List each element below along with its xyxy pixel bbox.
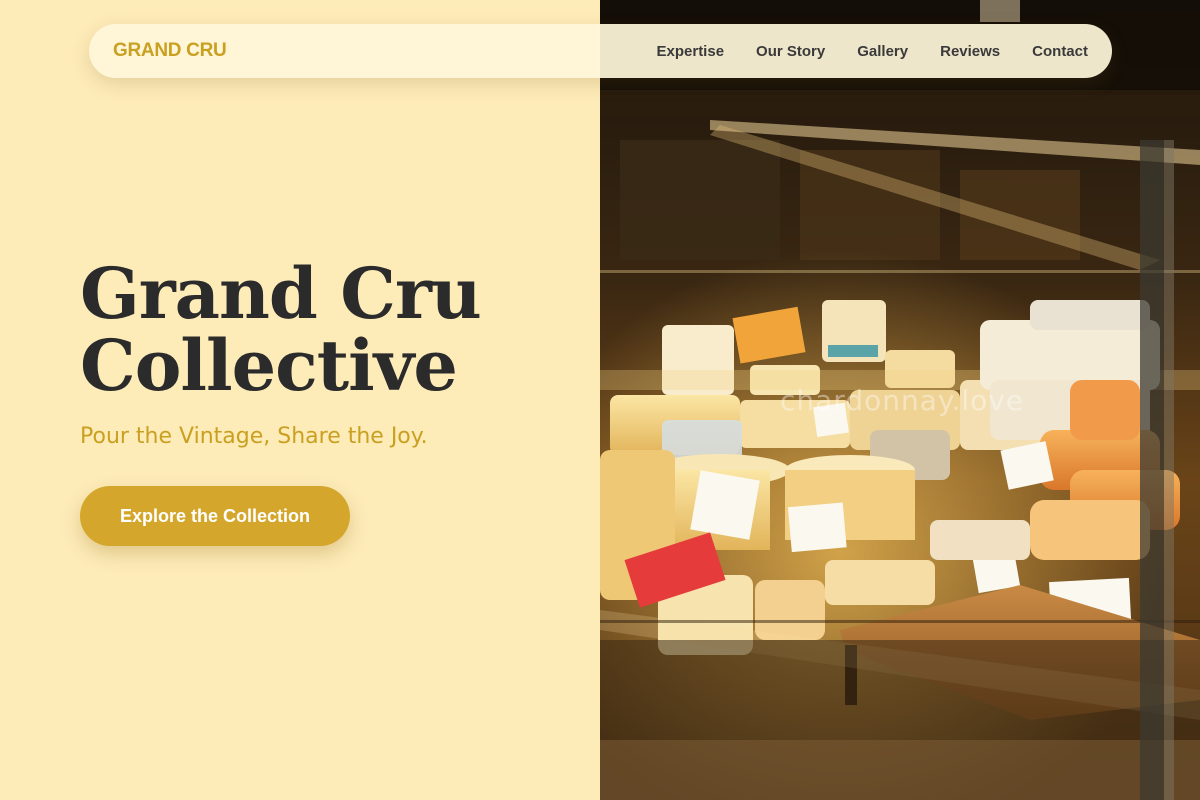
nav-link-contact[interactable]: Contact xyxy=(1032,43,1088,60)
hero-title: Grand Cru Collective xyxy=(80,258,580,402)
hero-subtitle: Pour the Vintage, Share the Joy. xyxy=(80,424,428,449)
page: Grand Cru Collective Pour the Vintage, S… xyxy=(0,0,1200,800)
hero-image: chardonnay.love xyxy=(600,0,1200,800)
brand-logo[interactable]: GRAND CRU xyxy=(113,40,227,62)
hero-title-line2: Collective xyxy=(80,324,458,407)
explore-collection-button[interactable]: Explore the Collection xyxy=(80,486,350,546)
image-watermark: chardonnay.love xyxy=(780,384,1025,417)
hero-title-line1: Grand Cru xyxy=(80,252,482,335)
nav-link-expertise[interactable]: Expertise xyxy=(657,43,725,60)
nav-link-our-story[interactable]: Our Story xyxy=(756,43,825,60)
hero-section: Grand Cru Collective Pour the Vintage, S… xyxy=(0,0,600,800)
nav-links: Expertise Our Story Gallery Reviews Cont… xyxy=(657,43,1089,60)
navbar: GRAND CRU Expertise Our Story Gallery Re… xyxy=(89,24,1112,78)
nav-link-reviews[interactable]: Reviews xyxy=(940,43,1000,60)
nav-link-gallery[interactable]: Gallery xyxy=(857,43,908,60)
